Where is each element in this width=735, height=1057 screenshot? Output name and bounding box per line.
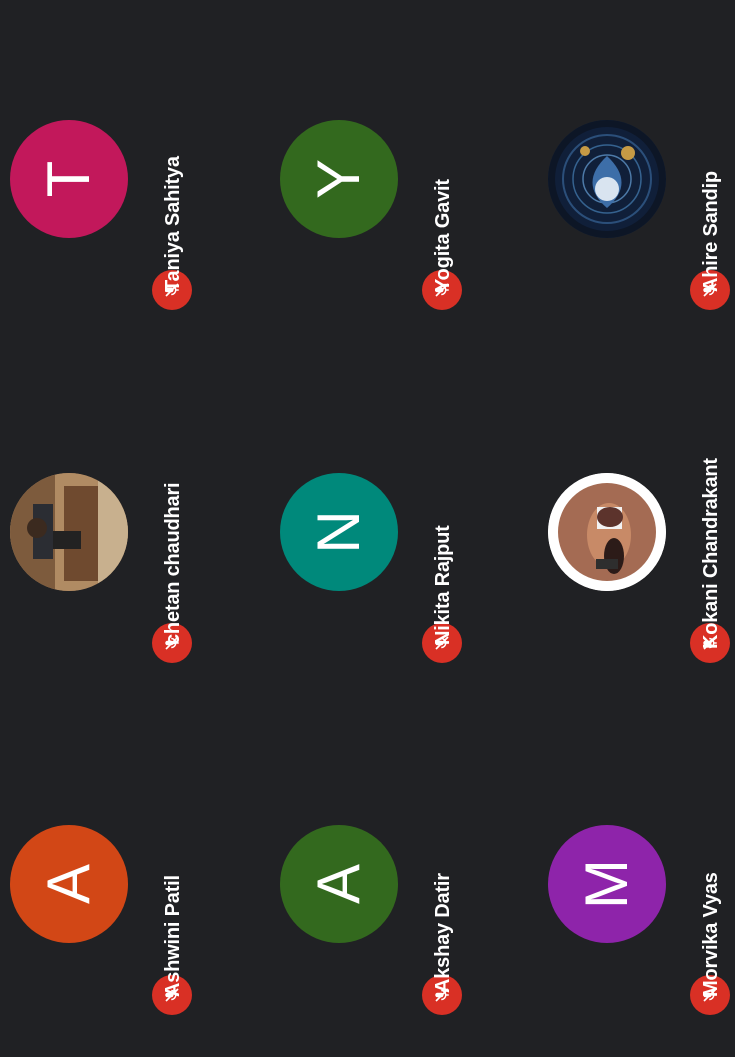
avatar: M: [548, 825, 666, 943]
meeting-grid-view: A Ashwini Patil A Akshay Datir M Morvika…: [0, 0, 735, 1057]
participant-name: Nikita Rajput: [432, 525, 454, 645]
participant-name: Taniya Sahitya: [162, 156, 184, 292]
participant-tile[interactable]: chetan chaudhari: [0, 353, 245, 705]
participant-name: Yogita Gavit: [432, 179, 454, 292]
participant-tile[interactable]: N Nikita Rajput: [270, 353, 515, 705]
avatar: A: [280, 825, 398, 943]
avatar-initial: N: [305, 510, 372, 554]
avatar-initial: M: [573, 859, 640, 909]
participant-tile[interactable]: Y Yogita Gavit: [270, 0, 515, 352]
participant-name: Ahire Sandip: [700, 171, 722, 292]
participant-tile[interactable]: A Ashwini Patil: [0, 705, 245, 1057]
participant-name: chetan chaudhari: [162, 482, 184, 645]
avatar-photo: [548, 120, 666, 238]
avatar: Y: [280, 120, 398, 238]
avatar: A: [10, 825, 128, 943]
participant-tile[interactable]: Ahire Sandip: [538, 0, 735, 352]
avatar-photo: [548, 473, 666, 591]
participant-name: Ashwini Patil: [162, 875, 184, 997]
avatar-photo: [10, 473, 128, 591]
participant-name: Kokani Chandrakant: [700, 458, 722, 649]
participant-tile[interactable]: Kokani Chandrakant: [538, 353, 735, 705]
avatar-initial: A: [35, 863, 102, 905]
participant-name: Morvika Vyas: [700, 872, 722, 997]
participant-tile[interactable]: A Akshay Datir: [270, 705, 515, 1057]
participant-grid: A Ashwini Patil A Akshay Datir M Morvika…: [0, 0, 735, 1057]
avatar-initial: Y: [305, 158, 372, 200]
avatar-initial: A: [305, 863, 372, 905]
avatar: N: [280, 473, 398, 591]
avatar-initial: T: [35, 160, 102, 198]
participant-tile[interactable]: T Taniya Sahitya: [0, 0, 245, 352]
avatar: T: [10, 120, 128, 238]
participant-tile[interactable]: M Morvika Vyas: [538, 705, 735, 1057]
participant-name: Akshay Datir: [432, 873, 454, 993]
